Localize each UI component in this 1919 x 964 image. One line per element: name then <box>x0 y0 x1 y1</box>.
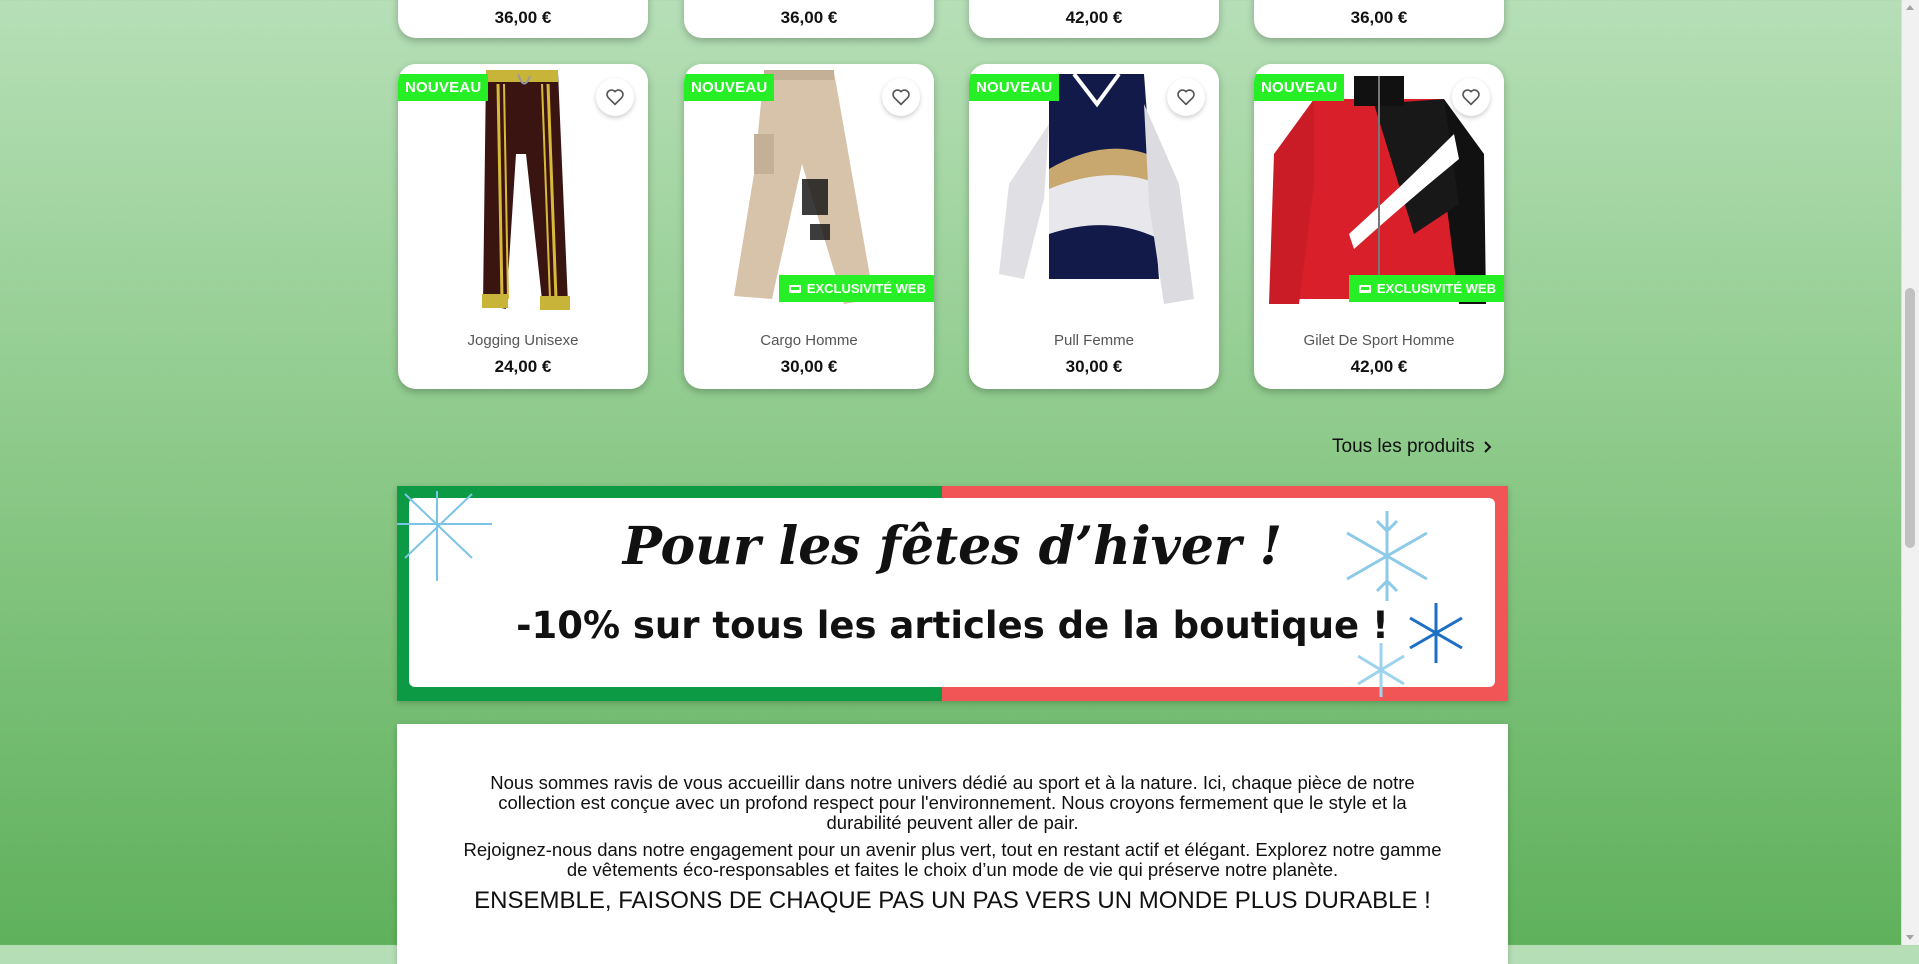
product-card[interactable]: 36,00 € <box>1254 0 1504 38</box>
product-price: 36,00 € <box>1350 8 1408 27</box>
product-price: 42,00 € <box>1065 8 1123 27</box>
about-paragraph: Rejoignez-nous dans notre engagement pou… <box>463 839 1442 880</box>
product-name[interactable]: Cargo Homme <box>684 332 934 349</box>
scroll-up-arrow-icon[interactable] <box>1906 5 1914 10</box>
product-name[interactable]: Pull Femme <box>969 332 1219 349</box>
product-price: 30,00 € <box>780 357 838 376</box>
about-slogan: ENSEMBLE, FAISONS DE CHAQUE PAS UN PAS V… <box>474 887 1431 914</box>
about-paragraph: Nous sommes ravis de vous accueillir dan… <box>490 772 1415 833</box>
snowflake-icon <box>1357 643 1405 697</box>
product-card-jogging[interactable]: NOUVEAU Jogging Unisexe 24,00 € <box>398 64 648 389</box>
new-badge: NOUVEAU <box>1254 74 1345 101</box>
product-price: 36,00 € <box>494 8 552 27</box>
wishlist-button[interactable] <box>882 78 920 116</box>
product-card-pull-femme[interactable]: NOUVEAU Pull Femme 30,00 € <box>969 64 1219 389</box>
heart-icon <box>606 89 624 106</box>
all-products-link[interactable]: Tous les produits <box>1332 436 1493 458</box>
about-section: Nous sommes ravis de vous accueillir dan… <box>397 724 1508 964</box>
scrollbar-thumb[interactable] <box>1905 288 1915 548</box>
product-card-gilet[interactable]: NOUVEAU EXCLUSIVITÉ WEB Gilet De Sport H… <box>1254 64 1504 389</box>
product-card[interactable]: 42,00 € <box>969 0 1219 38</box>
product-card[interactable]: 36,00 € <box>684 0 934 38</box>
wishlist-button[interactable] <box>1167 78 1205 116</box>
laptop-icon <box>1358 284 1371 293</box>
banner-subtitle: -10% sur tous les articles de la boutiqu… <box>516 604 1389 647</box>
product-price: 24,00 € <box>494 357 552 376</box>
chevron-right-icon <box>1483 441 1491 453</box>
product-card[interactable]: 36,00 € <box>398 0 648 38</box>
scroll-down-arrow-icon[interactable] <box>1906 935 1914 940</box>
product-price: 42,00 € <box>1350 357 1408 376</box>
web-exclusive-badge: EXCLUSIVITÉ WEB <box>1348 275 1504 302</box>
product-name[interactable]: Jogging Unisexe <box>398 332 648 349</box>
new-badge: NOUVEAU <box>398 74 489 101</box>
product-name[interactable]: Gilet De Sport Homme <box>1254 332 1504 349</box>
all-products-label: Tous les produits <box>1332 436 1475 457</box>
wishlist-button[interactable] <box>596 78 634 116</box>
product-price: 36,00 € <box>780 8 838 27</box>
laptop-icon <box>788 284 801 293</box>
product-card-cargo[interactable]: NOUVEAU EXCLUSIVITÉ WEB Cargo Homme 30,0… <box>684 64 934 389</box>
banner-title: Pour les fêtes d’hiver ! <box>622 516 1283 577</box>
web-exclusive-badge: EXCLUSIVITÉ WEB <box>778 275 934 302</box>
page-scrollbar[interactable] <box>1901 0 1919 945</box>
new-badge: NOUVEAU <box>684 74 775 101</box>
wishlist-button[interactable] <box>1452 78 1490 116</box>
heart-icon <box>1177 89 1195 106</box>
new-badge: NOUVEAU <box>969 74 1060 101</box>
heart-icon <box>892 89 910 106</box>
heart-icon <box>1462 89 1480 106</box>
product-price: 30,00 € <box>1065 357 1123 376</box>
winter-promo-banner[interactable]: Pour les fêtes d’hiver ! -10% sur tous l… <box>397 486 1508 701</box>
